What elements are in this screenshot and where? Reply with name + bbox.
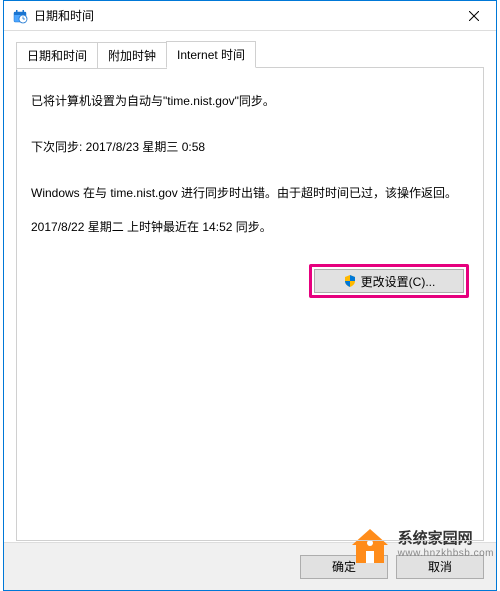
date-time-dialog: 日期和时间 日期和时间 附加时钟 Internet 时间 已将计 [3, 0, 497, 591]
titlebar: 日期和时间 [4, 1, 496, 31]
tab-strip: 日期和时间 附加时钟 Internet 时间 [16, 41, 484, 68]
next-sync-text: 下次同步: 2017/8/23 星期三 0:58 [31, 138, 469, 156]
sync-status-text: 已将计算机设置为自动与"time.nist.gov"同步。 [31, 92, 469, 110]
change-settings-row: 更改设置(C)... [31, 264, 469, 298]
tab-label: Internet 时间 [177, 48, 245, 62]
watermark-sub: www.hnzkhbsb.com [398, 548, 494, 560]
tab-container: 日期和时间 附加时钟 Internet 时间 已将计算机设置为自动与"time.… [16, 41, 484, 542]
tab-date-time[interactable]: 日期和时间 [16, 42, 98, 69]
shield-icon [343, 274, 357, 288]
last-sync-text: 2017/8/22 星期二 上时钟最近在 14:52 同步。 [31, 218, 469, 236]
tab-internet-time[interactable]: Internet 时间 [166, 41, 256, 68]
clock-icon [12, 8, 28, 24]
tab-label: 附加时钟 [108, 49, 156, 63]
tab-additional-clocks[interactable]: 附加时钟 [97, 42, 167, 69]
tab-label: 日期和时间 [27, 49, 87, 63]
content-area: 日期和时间 附加时钟 Internet 时间 已将计算机设置为自动与"time.… [4, 31, 496, 542]
tab-panel-internet-time: 已将计算机设置为自动与"time.nist.gov"同步。 下次同步: 2017… [16, 67, 484, 541]
highlight-box: 更改设置(C)... [309, 264, 469, 298]
spacer [31, 314, 469, 526]
change-settings-label: 更改设置(C)... [361, 273, 436, 290]
close-button[interactable] [451, 1, 496, 31]
sync-error-text: Windows 在与 time.nist.gov 进行同步时出错。由于超时时间已… [31, 184, 469, 202]
window-title: 日期和时间 [34, 7, 451, 24]
change-settings-button[interactable]: 更改设置(C)... [314, 269, 464, 293]
